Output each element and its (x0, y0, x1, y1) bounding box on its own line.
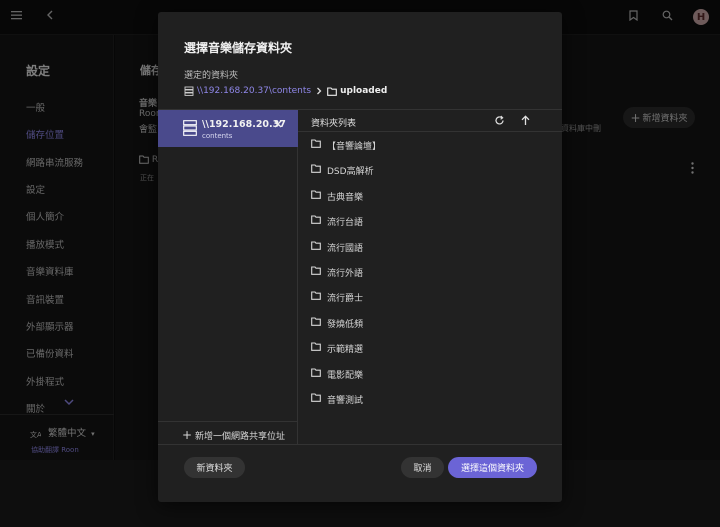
folder-list-item[interactable]: DSD高解析 (298, 157, 562, 182)
folder-name: 【音響論壇】 (327, 142, 382, 152)
arrow-up-icon[interactable] (521, 115, 530, 126)
folder-icon (311, 342, 321, 352)
folder-name: 流行台語 (327, 218, 364, 229)
folder-name: 流行國語 (327, 243, 364, 254)
breadcrumb-current-folder: uploaded (340, 86, 388, 96)
select-this-folder-button[interactable]: 選擇這個資料夾 (448, 457, 537, 478)
folder-icon (311, 215, 321, 225)
folder-list-item[interactable]: 【音響論壇】 (298, 132, 562, 157)
selected-folder-label: 選定的資料夾 (184, 71, 239, 81)
folder-icon (311, 139, 321, 148)
folder-icon (311, 291, 321, 301)
folder-icon (311, 190, 321, 199)
choose-folder-dialog: 選擇音樂儲存資料夾 選定的資料夾 \\192.168.20.37\content… (158, 12, 562, 502)
plus-icon: + (182, 428, 193, 442)
folder-name: 流行外語 (327, 269, 364, 279)
divider (158, 421, 297, 422)
new-folder-button[interactable]: 新資料夾 (184, 457, 245, 478)
network-share-list: \\192.168.20.37 contents + 新增一個網路共享位址 (158, 109, 298, 445)
folder-name: 古典音樂 (327, 192, 364, 203)
folder-name: 電影配樂 (327, 370, 364, 381)
network-share-path: contents (202, 132, 233, 140)
folder-list-item[interactable]: 流行國語 (298, 234, 562, 259)
folder-icon (311, 241, 321, 250)
folder-icon (311, 393, 321, 402)
folder-icon (327, 86, 337, 96)
refresh-icon[interactable] (494, 115, 505, 126)
folder-list-item[interactable]: 示範精選 (298, 335, 562, 360)
folder-name: 音響測試 (327, 396, 364, 406)
network-share-icon (184, 86, 194, 96)
add-network-share-button[interactable]: + 新增一個網路共享位址 (182, 429, 285, 442)
network-share-icon (183, 120, 197, 136)
folder-list-item[interactable]: 古典音樂 (298, 183, 562, 208)
folder-list-item[interactable]: 流行外語 (298, 259, 562, 284)
folder-icon (311, 368, 321, 377)
folder-icon (311, 164, 321, 174)
folder-icon (311, 317, 321, 326)
folder-name: 發燒低頻 (327, 319, 364, 330)
folder-list-header: 資料夾列表 (298, 110, 562, 132)
folder-name: 示範精選 (327, 345, 364, 356)
cancel-button[interactable]: 取消 (401, 457, 444, 478)
network-share-item[interactable]: \\192.168.20.37 contents (158, 110, 298, 147)
folder-list-title: 資料夾列表 (311, 119, 357, 129)
folder-name: 流行爵士 (327, 294, 364, 305)
folder-list-pane: 資料夾列表 【音響論壇】 DSD高解析 古典音樂流行台語流行國語流行外語流行爵士發燒… (298, 109, 562, 445)
folder-list-item[interactable]: 電影配樂 (298, 361, 562, 386)
dialog-title: 選擇音樂儲存資料夾 (184, 41, 293, 55)
folder-list-item[interactable]: 流行台語 (298, 208, 562, 233)
folder-icon (311, 266, 321, 275)
folder-list-item[interactable]: 音響測試 (298, 386, 562, 411)
breadcrumb-share-link[interactable]: \\192.168.20.37\contents (197, 86, 311, 96)
close-icon[interactable] (274, 120, 282, 128)
chevron-right-icon (316, 87, 322, 95)
breadcrumb: \\192.168.20.37\contents uploaded (184, 84, 387, 98)
folder-list-item[interactable]: 發燒低頻 (298, 310, 562, 335)
folder-name: DSD高解析 (327, 167, 374, 178)
folder-list-item[interactable]: 流行爵士 (298, 284, 562, 309)
